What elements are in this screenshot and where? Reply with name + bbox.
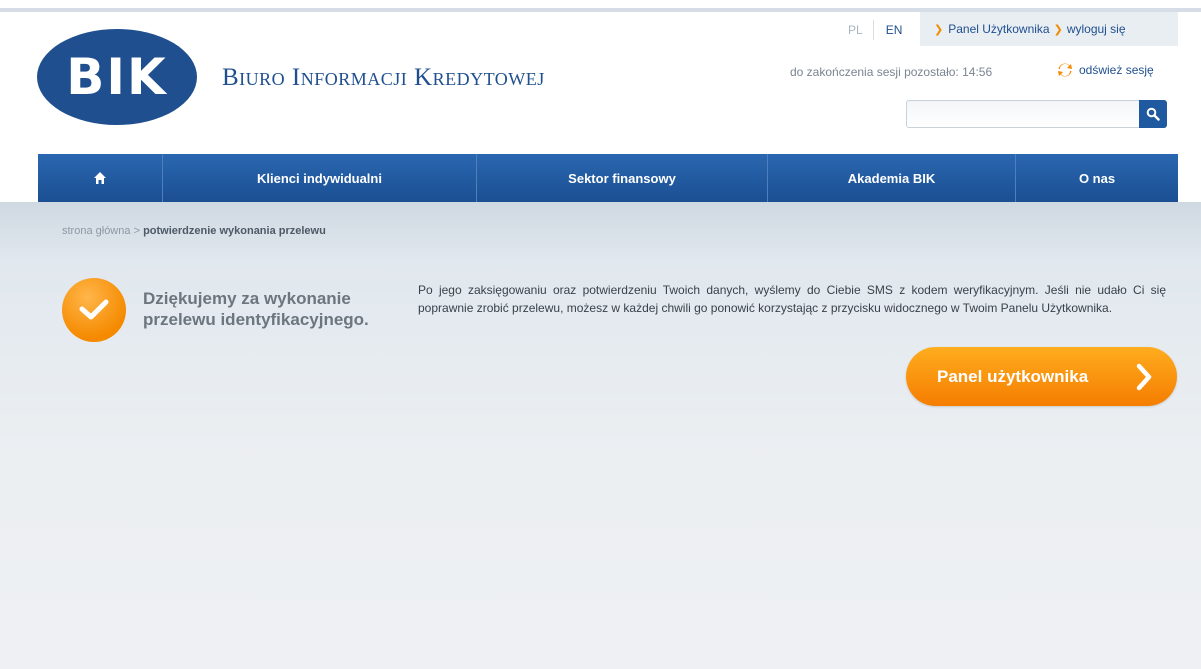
language-switcher: PL EN [838,15,912,45]
bik-logo[interactable]: BIK [37,29,197,125]
user-panel-button-label: Panel użytkownika [937,366,1089,386]
nav-klienci-indywidualni[interactable]: Klienci indywidualni [163,154,477,202]
info-text: Po jego zaksięgowaniu oraz potwierdzeniu… [418,283,1166,315]
nav-akademia-bik[interactable]: Akademia BIK [768,154,1016,202]
search-field[interactable] [906,100,1140,128]
nav-home[interactable] [38,154,163,202]
nav-o-nas[interactable]: O nas [1016,154,1178,202]
breadcrumb-current: potwierdzenie wykonania przelewu [143,225,326,237]
nav-sektor-finansowy[interactable]: Sektor finansowy [477,154,768,202]
lang-en-link[interactable]: EN [874,23,913,37]
logo-text: BIK [66,48,168,106]
refresh-session-label: odśwież sesję [1079,63,1154,77]
logout-link[interactable]: wyloguj się [1067,22,1126,36]
thanks-title: Dziękujemy za wykonanie przelewu identyf… [143,289,369,329]
breadcrumb-home-link[interactable]: strona główna [62,225,131,237]
main-navigation: Klienci indywidualni Sektor finansowy Ak… [38,154,1178,202]
main-content: strona główna > potwierdzenie wykonania … [0,202,1201,669]
search-button[interactable] [1139,100,1167,128]
user-panel-link[interactable]: Panel Użytkownika [948,22,1049,36]
search-icon [1146,107,1160,121]
breadcrumb: strona główna > potwierdzenie wykonania … [62,225,326,237]
search-input[interactable] [907,101,1139,127]
breadcrumb-separator: > [133,225,140,237]
header: BIK Biuro Informacji Kredytowej PL EN ❯ … [0,12,1201,154]
success-badge [62,278,126,342]
refresh-session-link[interactable]: odśwież sesję [1057,62,1154,78]
arrow-right-icon: ❯ [1053,23,1063,36]
lang-pl-link[interactable]: PL [838,23,873,37]
user-panel-button[interactable]: Panel użytkownika [906,347,1177,406]
user-panel-bar: ❯ Panel Użytkownika ❯ wyloguj się [920,12,1178,46]
check-icon [79,299,109,320]
refresh-icon [1058,63,1072,77]
chevron-right-icon [1136,363,1152,391]
session-timer: do zakończenia sesji pozostało: 14:56 [790,65,993,79]
brand-name: Biuro Informacji Kredytowej [222,64,545,91]
arrow-right-icon: ❯ [934,23,944,36]
home-icon [94,172,106,184]
